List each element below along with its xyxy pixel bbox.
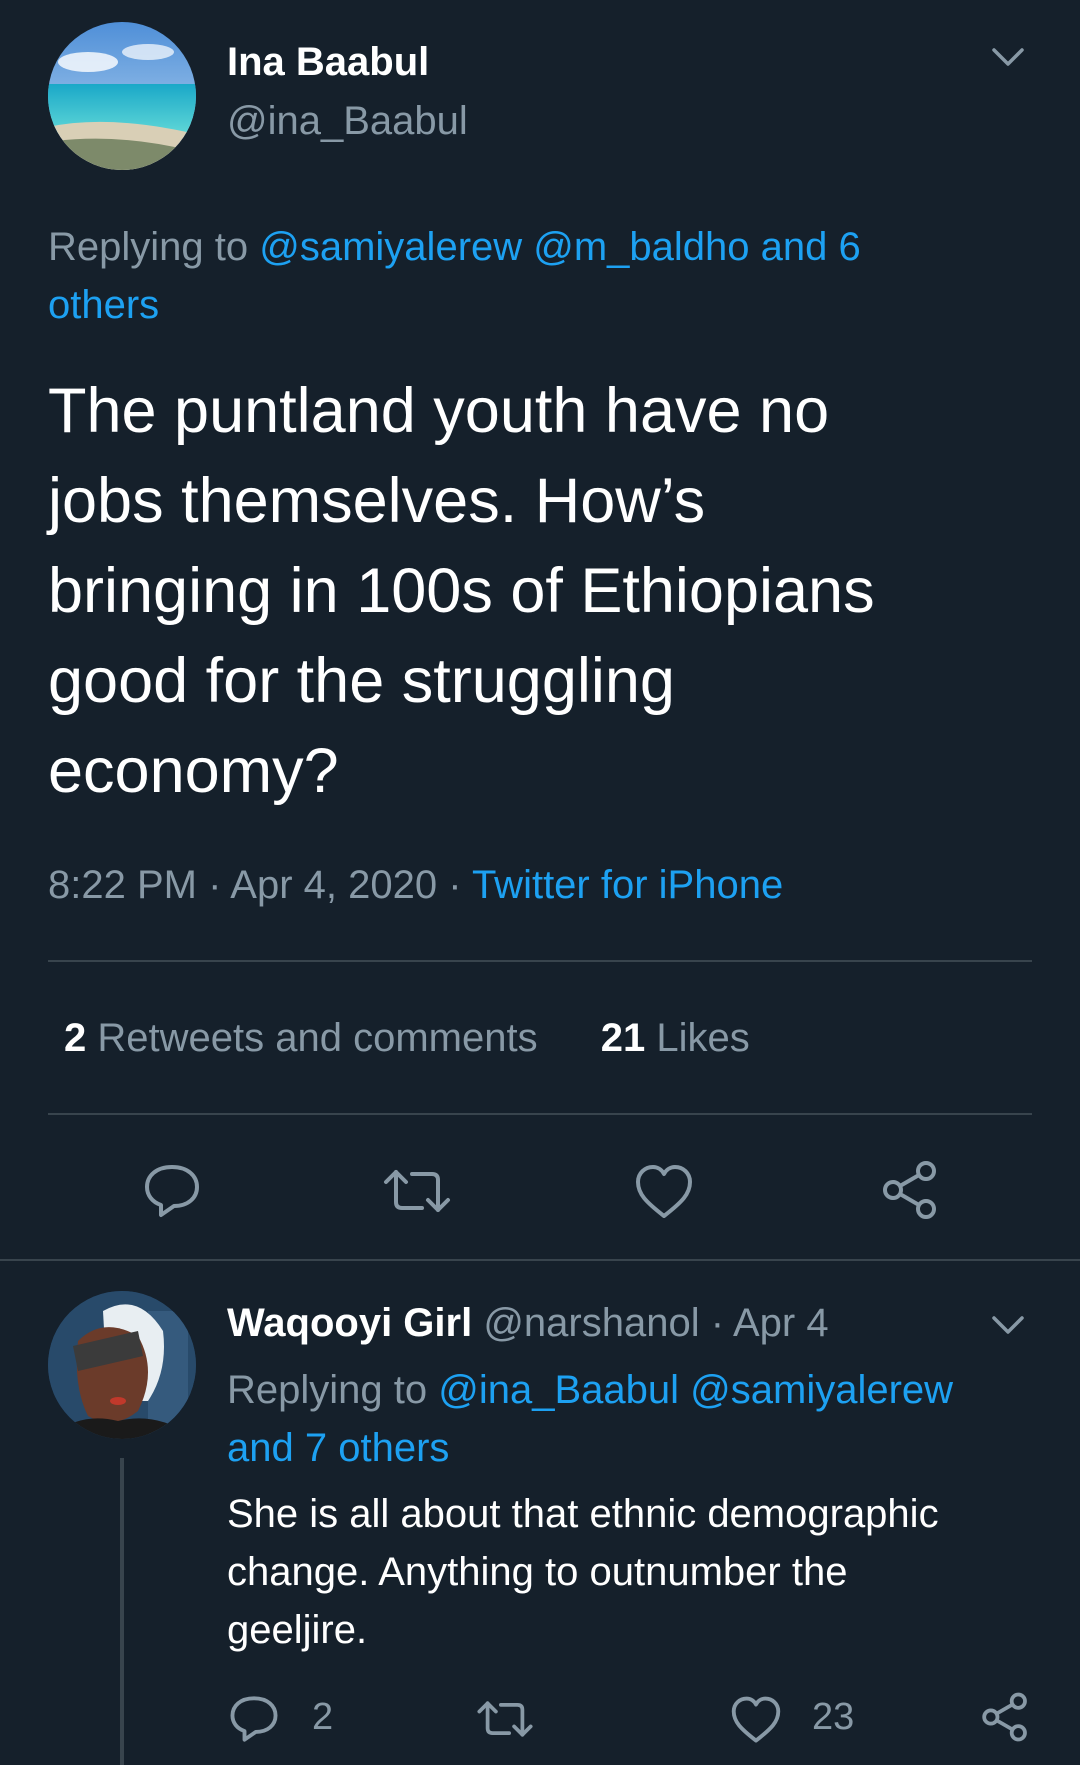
author-avatar[interactable] bbox=[48, 22, 196, 170]
replying-prefix: Replying to bbox=[48, 225, 249, 269]
tweet-timestamp[interactable]: 8:22 PM · Apr 4, 2020 · bbox=[48, 863, 462, 907]
tweet-text-line: The puntland youth have no bbox=[48, 376, 830, 446]
tweet-author-handle[interactable]: @ina_Baabul bbox=[227, 97, 468, 145]
reply-thread-line bbox=[120, 1458, 124, 1765]
replying-mentions[interactable]: @samiyalerew @m_baldho and 6 bbox=[259, 225, 861, 269]
like-count: 23 bbox=[812, 1696, 855, 1738]
likes-stat[interactable]: 21 Likes bbox=[601, 1016, 750, 1060]
reply-header: Waqooyi Girl @narshanol · Apr 4 bbox=[227, 1298, 829, 1348]
reply-author-avatar[interactable] bbox=[48, 1291, 196, 1439]
reply-text-line: She is all about that ethnic demographic bbox=[227, 1492, 939, 1536]
reply-icon[interactable] bbox=[228, 1694, 280, 1744]
replying-prefix: Replying to bbox=[227, 1368, 428, 1412]
chevron-down-icon[interactable] bbox=[990, 44, 1026, 68]
divider bbox=[48, 1113, 1032, 1115]
tweet-text-line: bringing in 100s of Ethiopians bbox=[48, 556, 875, 626]
tweet-text-line: good for the struggling bbox=[48, 646, 675, 716]
retweet-icon[interactable] bbox=[476, 1698, 534, 1740]
reply-icon[interactable] bbox=[142, 1162, 202, 1220]
like-icon[interactable] bbox=[634, 1164, 694, 1220]
replying-others[interactable]: others bbox=[48, 283, 159, 327]
like-icon[interactable] bbox=[730, 1696, 782, 1744]
chevron-down-icon[interactable] bbox=[990, 1312, 1026, 1336]
tweet-text-line: jobs themselves. How’s bbox=[48, 466, 706, 536]
share-icon[interactable] bbox=[880, 1160, 940, 1220]
reply-handle-date[interactable]: @narshanol · Apr 4 bbox=[483, 1301, 828, 1345]
tweet-stats: 2 Retweets and comments 21 Likes bbox=[64, 1013, 750, 1063]
reply-count: 2 bbox=[312, 1696, 334, 1738]
reply-text: She is all about that ethnic demographic… bbox=[227, 1485, 1067, 1659]
retweets-stat[interactable]: 2 Retweets and comments bbox=[64, 1016, 549, 1060]
likes-label: Likes bbox=[656, 1016, 750, 1060]
reply-text-line: change. Anything to outnumber the bbox=[227, 1550, 848, 1594]
tweet-author-name[interactable]: Ina Baabul bbox=[227, 38, 429, 86]
reply-text-line: geeljire. bbox=[227, 1608, 368, 1652]
retweets-count: 2 bbox=[64, 1016, 87, 1060]
divider bbox=[0, 1259, 1080, 1261]
retweets-label: Retweets and comments bbox=[97, 1016, 538, 1060]
replying-mentions[interactable]: @ina_Baabul @samiyalerew bbox=[438, 1368, 953, 1412]
share-icon[interactable] bbox=[980, 1692, 1030, 1742]
divider bbox=[48, 960, 1032, 962]
retweet-icon[interactable] bbox=[382, 1166, 452, 1216]
reply-author-name[interactable]: Waqooyi Girl bbox=[227, 1301, 472, 1345]
tweet-replying-to: Replying to @samiyalerew @m_baldho and 6… bbox=[48, 218, 1048, 334]
tweet-text: The puntland youth have no jobs themselv… bbox=[48, 366, 875, 816]
reply-replying-to: Replying to @ina_Baabul @samiyalerew and… bbox=[227, 1361, 1067, 1477]
tweet-text-line: economy? bbox=[48, 736, 339, 806]
replying-others[interactable]: and 7 others bbox=[227, 1426, 449, 1470]
likes-count: 21 bbox=[600, 1016, 646, 1060]
tweet-source[interactable]: Twitter for iPhone bbox=[472, 863, 783, 907]
tweet-meta: 8:22 PM · Apr 4, 2020 · Twitter for iPho… bbox=[48, 860, 783, 910]
